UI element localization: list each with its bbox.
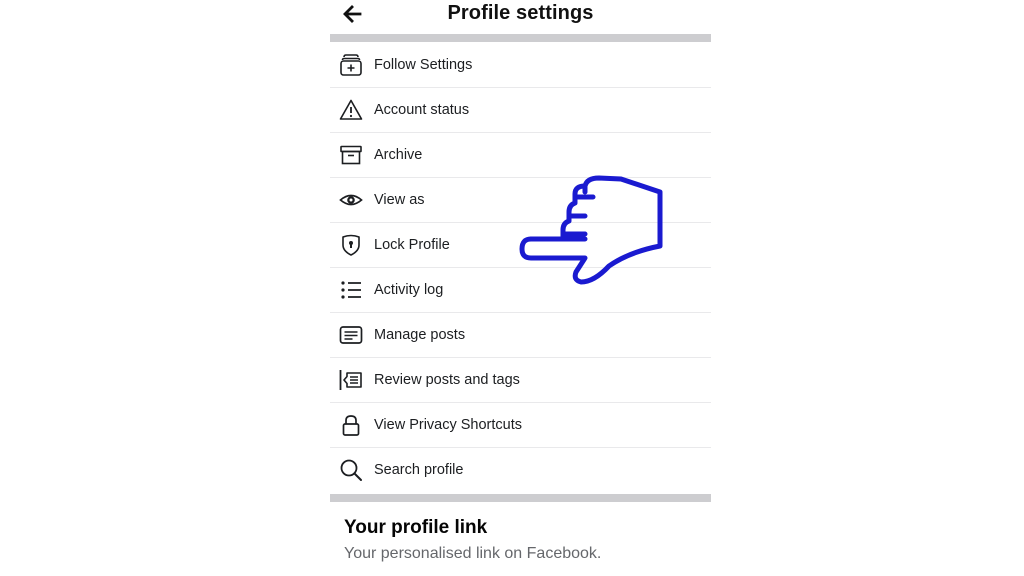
list-icon (339, 278, 363, 302)
menu-item-follow-settings[interactable]: Follow Settings (330, 43, 711, 88)
menu-item-label: Follow Settings (374, 57, 473, 73)
profile-link-subtitle: Your personalised link on Facebook. (344, 545, 602, 562)
eye-icon (339, 188, 363, 212)
section-divider (330, 34, 711, 42)
menu-item-label: Review posts and tags (374, 372, 520, 388)
menu-item-activity-log[interactable]: Activity log (330, 268, 711, 313)
page-title: Profile settings (447, 2, 594, 24)
menu-item-label: Archive (374, 147, 423, 163)
archive-box-icon (339, 143, 363, 167)
menu-item-view-privacy-shortcuts[interactable]: View Privacy Shortcuts (330, 403, 711, 448)
menu-item-manage-posts[interactable]: Manage posts (330, 313, 711, 358)
menu-item-label: Activity log (374, 282, 444, 298)
menu-item-archive[interactable]: Archive (330, 133, 711, 178)
review-posts-icon (339, 368, 363, 392)
menu-item-view-as[interactable]: View as (330, 178, 711, 223)
section-divider (330, 494, 711, 502)
profile-link-title: Your profile link (344, 517, 488, 538)
menu-item-account-status[interactable]: Account status (330, 88, 711, 133)
menu-item-lock-profile[interactable]: Lock Profile (330, 223, 711, 268)
menu-item-label: Account status (374, 102, 470, 118)
menu-item-search-profile[interactable]: Search profile (330, 448, 711, 492)
posts-icon (339, 323, 363, 347)
menu-item-review-posts-and-tags[interactable]: Review posts and tags (330, 358, 711, 403)
menu-item-label: Manage posts (374, 327, 466, 343)
profile-settings-screen: Profile settings Follow Settings Account… (330, 0, 711, 576)
header: Profile settings (330, 0, 711, 34)
menu-item-label: Lock Profile (374, 237, 450, 253)
follow-settings-icon (339, 53, 363, 77)
menu-item-label: View as (374, 192, 425, 208)
settings-menu: Follow Settings Account status Archive V… (330, 43, 711, 492)
shield-lock-icon (339, 233, 363, 257)
search-icon (339, 458, 363, 482)
lock-icon (339, 413, 363, 437)
warning-triangle-icon (339, 98, 363, 122)
menu-item-label: Search profile (374, 462, 464, 478)
menu-item-label: View Privacy Shortcuts (374, 417, 523, 433)
